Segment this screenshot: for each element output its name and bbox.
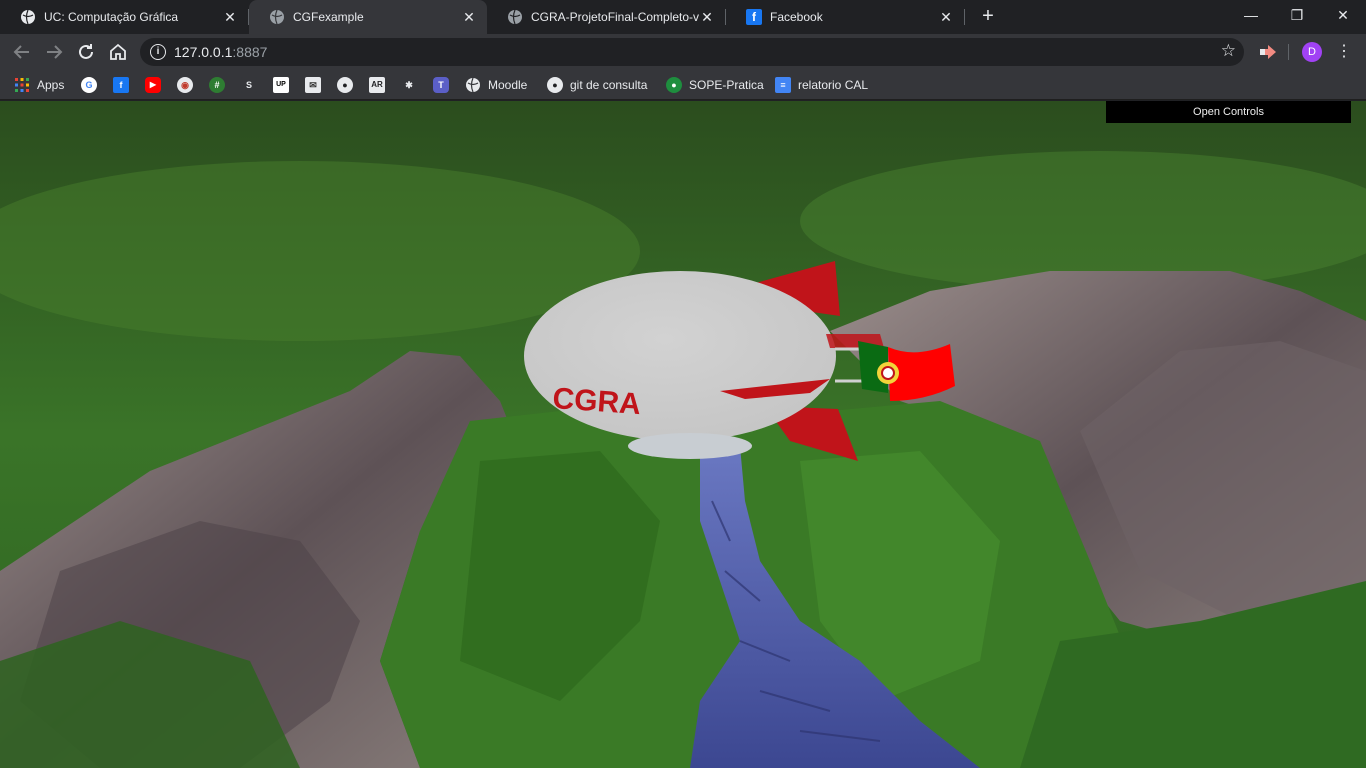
hashtag-icon: # (209, 77, 225, 93)
tab-label: UC: Computação Gráfica (44, 10, 179, 24)
slack-icon: ✱ (401, 77, 417, 93)
tab-separator (964, 9, 965, 25)
bookmark-github[interactable]: ● (337, 75, 353, 95)
steam-icon: S (241, 77, 257, 93)
bookmark-label: Apps (37, 78, 65, 92)
globe-icon (465, 77, 481, 93)
youtube-icon: ▶ (145, 77, 161, 93)
classroom-icon: ● (666, 77, 682, 93)
teams-icon: T (433, 77, 449, 93)
google-icon: G (81, 77, 97, 93)
tab-label: Facebook (770, 10, 823, 24)
tab-label: CGFexample (293, 10, 364, 24)
bookmark-label: relatorio CAL (798, 78, 869, 92)
profile-avatar[interactable]: D (1302, 42, 1322, 62)
reload-icon (79, 44, 93, 59)
bookmark-relatorio-cal[interactable]: ≡ relatorio CAL (775, 75, 868, 95)
tab-label: CGRA-ProjetoFinal-Completo-v2 (531, 10, 699, 24)
tab-strip: UC: Computação Gráfica ✕ CGFexample ✕ CG… (0, 0, 1366, 34)
tab-uc-computacao-grafica[interactable]: UC: Computação Gráfica ✕ (0, 0, 248, 34)
close-icon[interactable]: ✕ (699, 9, 715, 25)
facebook-icon: f (113, 77, 129, 93)
bookmark-moodle[interactable]: Moodle (465, 75, 527, 95)
webgl-canvas[interactable]: CGRA (0, 101, 1366, 768)
close-icon[interactable]: ✕ (222, 9, 238, 25)
kebab-menu-icon[interactable]: ⋮ (1336, 42, 1352, 62)
bookmark-mail[interactable]: ✉ (305, 75, 321, 95)
bookmark-ar[interactable]: AR (369, 75, 385, 95)
globe-icon (507, 9, 523, 25)
globe-icon (20, 9, 36, 25)
github-icon: ● (547, 77, 563, 93)
blimp-gondola (628, 433, 752, 459)
flag-shield (881, 366, 895, 380)
bookmark-apps[interactable]: Apps (14, 75, 64, 95)
close-icon[interactable]: ✕ (461, 9, 477, 25)
bookmark-label: Moodle (488, 78, 528, 92)
github-icon: ● (337, 77, 353, 93)
address-bar[interactable]: i 127.0.0.1:8887 ☆ (140, 38, 1244, 66)
bookmark-sope-pratica[interactable]: ● SOPE-Pratica (666, 75, 764, 95)
ar-icon: AR (369, 77, 385, 93)
bookmark-google[interactable]: G (81, 75, 97, 95)
close-icon[interactable]: ✕ (938, 9, 954, 25)
tab-cgra-projetofinal[interactable]: CGRA-ProjetoFinal-Completo-v2 ✕ (487, 0, 725, 34)
bookmark-sigarra[interactable]: ◉ (177, 75, 193, 95)
open-controls-button[interactable]: Open Controls (1106, 101, 1351, 123)
back-button[interactable] (10, 40, 34, 64)
home-icon (110, 43, 126, 60)
facebook-icon: f (746, 9, 762, 25)
tab-cgfexample[interactable]: CGFexample ✕ (249, 0, 487, 34)
bookmark-slack[interactable]: ✱ (401, 75, 417, 95)
bookmark-star-icon[interactable]: ☆ (1221, 41, 1236, 61)
bookmark-hashtag[interactable]: # (209, 75, 225, 95)
bookmark-facebook[interactable]: f (113, 75, 129, 95)
close-window-button[interactable]: ✕ (1320, 0, 1366, 30)
browser-toolbar: i 127.0.0.1:8887 ☆ D ⋮ (0, 34, 1366, 70)
terrain-scene: CGRA (0, 101, 1366, 768)
globe-icon (269, 9, 285, 25)
bookmark-steam[interactable]: S (241, 75, 257, 95)
arrow-right-icon (47, 45, 63, 59)
blimp-logo-text: CGRA (552, 382, 642, 421)
new-tab-button[interactable]: + (977, 5, 999, 27)
url-text[interactable]: 127.0.0.1:8887 (174, 44, 267, 60)
reload-button[interactable] (74, 40, 98, 64)
apps-grid-icon (14, 77, 30, 93)
bookmark-git-de-consulta[interactable]: ● git de consulta (547, 75, 647, 95)
home-button[interactable] (106, 40, 130, 64)
bookmark-label: git de consulta (570, 78, 648, 92)
mail-icon: ✉ (305, 77, 321, 93)
bookmark-youtube[interactable]: ▶ (145, 75, 161, 95)
bookmarks-bar: Apps G f ▶ ◉ # S UP ✉ ● AR ✱ T Moodle ● … (0, 70, 1366, 100)
extension-icon[interactable] (1258, 42, 1278, 62)
up-logo-icon: UP (273, 77, 289, 93)
tab-facebook[interactable]: f Facebook ✕ (726, 0, 964, 34)
arrow-left-icon (13, 45, 29, 59)
forward-button[interactable] (42, 40, 66, 64)
google-docs-icon: ≡ (775, 77, 791, 93)
toolbar-separator (1288, 44, 1289, 60)
bookmark-teams[interactable]: T (433, 75, 449, 95)
target-icon: ◉ (177, 77, 193, 93)
minimize-button[interactable]: — (1228, 0, 1274, 30)
info-icon[interactable]: i (150, 44, 166, 60)
bookmark-up[interactable]: UP (273, 75, 289, 95)
restore-button[interactable]: ❐ (1274, 0, 1320, 30)
bookmark-label: SOPE-Pratica (689, 78, 764, 92)
